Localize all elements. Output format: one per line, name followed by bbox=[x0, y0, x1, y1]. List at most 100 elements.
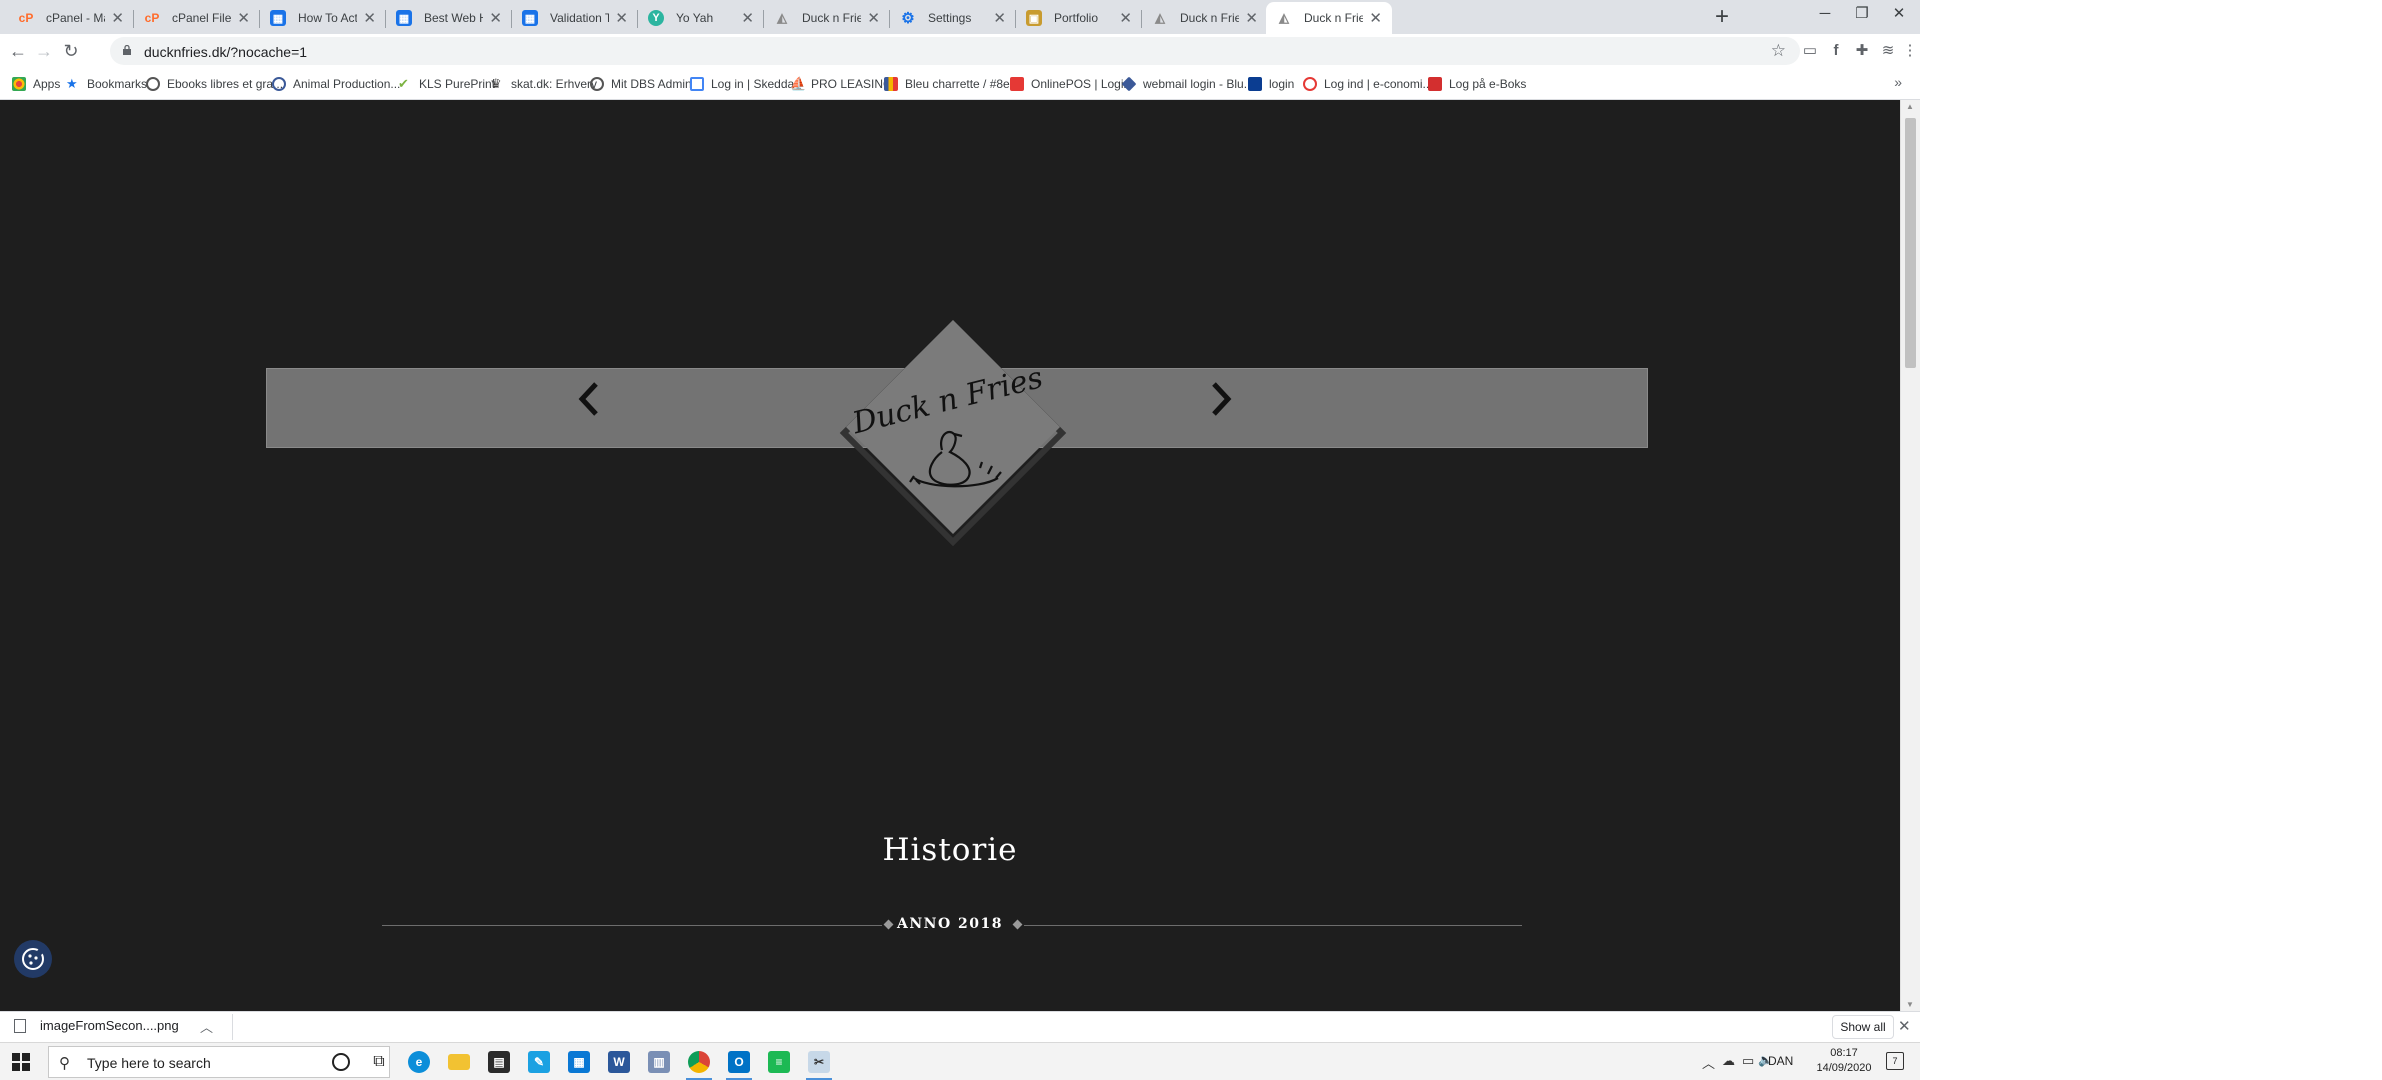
bookmark-animal-production[interactable]: Animal Production... bbox=[272, 75, 400, 93]
windows-start-icon[interactable] bbox=[12, 1053, 30, 1071]
close-tab-icon[interactable]: ✕ bbox=[237, 9, 250, 27]
store-icon[interactable]: ▤ bbox=[486, 1050, 512, 1074]
bookmark-login[interactable]: login bbox=[1248, 75, 1294, 93]
clock[interactable]: 08:17 14/09/2020 bbox=[1814, 1046, 1874, 1076]
close-tab-icon[interactable]: ✕ bbox=[1119, 9, 1132, 27]
show-all-button[interactable]: Show all bbox=[1832, 1015, 1894, 1039]
slider-prev-arrow[interactable] bbox=[570, 374, 610, 424]
section-title: Historie bbox=[882, 832, 1018, 868]
back-icon[interactable]: ← bbox=[5, 38, 31, 64]
divider-line-right bbox=[1024, 925, 1522, 926]
notification-center-icon[interactable]: 7 bbox=[1886, 1052, 1904, 1070]
bookmark-skedda[interactable]: Log in | Skedda bbox=[690, 75, 794, 93]
close-tab-icon[interactable]: ✕ bbox=[489, 9, 502, 27]
notification-count: 7 bbox=[1892, 1056, 1898, 1066]
close-download-bar-icon[interactable]: ✕ bbox=[1898, 1017, 1911, 1035]
reload-icon[interactable]: ↻ bbox=[58, 38, 84, 64]
printer-app-icon[interactable]: ▥ bbox=[646, 1050, 672, 1074]
bookmark-ebooks[interactable]: Ebooks libres et gra... bbox=[146, 75, 283, 93]
cpanel-icon: cP bbox=[144, 11, 160, 25]
bookmark-onlinepos[interactable]: OnlinePOS | Login bbox=[1010, 75, 1130, 93]
tab-duck-n-fries-1[interactable]: ◭ Duck n Fries ✕ bbox=[764, 2, 890, 34]
close-tab-icon[interactable]: ✕ bbox=[1369, 9, 1382, 27]
bookmark-e-conomic[interactable]: Log ind | e-conomi... bbox=[1303, 75, 1433, 93]
download-divider bbox=[232, 1014, 233, 1040]
download-item[interactable]: imageFromSecon....png bbox=[14, 1018, 179, 1033]
spotify-icon[interactable]: ≡ bbox=[766, 1050, 792, 1074]
extensions-puzzle-icon[interactable]: ✚ bbox=[1852, 41, 1872, 61]
file-explorer-icon[interactable] bbox=[446, 1050, 472, 1074]
snipping-tool-icon[interactable]: ✂ bbox=[806, 1050, 832, 1080]
network-icon[interactable]: ▭ bbox=[1742, 1053, 1754, 1069]
menu-kebab-icon[interactable]: ⋮ bbox=[1900, 41, 1920, 61]
chevron-up-icon[interactable]: ︿ bbox=[200, 1017, 213, 1036]
tab-duck-n-fries-2[interactable]: ◭ Duck n Fries ✕ bbox=[1142, 2, 1268, 34]
bookmark-webmail[interactable]: webmail login - Blu... bbox=[1121, 75, 1254, 93]
tab-yo-yah[interactable]: Y Yo Yah ✕ bbox=[638, 2, 764, 34]
bookmark-label: Log på e-Boks bbox=[1449, 77, 1527, 91]
bookmark-e-boks[interactable]: Log på e-Boks bbox=[1428, 75, 1526, 93]
word-icon[interactable]: W bbox=[606, 1050, 632, 1074]
close-tab-icon[interactable]: ✕ bbox=[1245, 9, 1258, 27]
duck-n-fries-logo[interactable]: Duck n Fries bbox=[838, 318, 1068, 548]
bookmark-skat[interactable]: ♛ skat.dk: Erhverv bbox=[490, 75, 597, 93]
cortana-icon[interactable] bbox=[328, 1050, 354, 1074]
close-tab-icon[interactable]: ✕ bbox=[111, 9, 124, 27]
more-bookmarks-icon[interactable]: » bbox=[1894, 74, 1902, 90]
tab-title: Best Web Hostin bbox=[424, 11, 483, 25]
crown-icon: ♛ bbox=[490, 76, 502, 91]
chrome-icon[interactable] bbox=[686, 1050, 712, 1080]
outlook-icon[interactable]: O bbox=[726, 1050, 752, 1080]
scroll-up-icon[interactable]: ▲ bbox=[1906, 102, 1914, 111]
onlinepos-icon bbox=[1010, 77, 1024, 91]
language-indicator[interactable]: DAN bbox=[1768, 1054, 1793, 1068]
sheets-icon: ▦ bbox=[270, 10, 286, 26]
close-tab-icon[interactable]: ✕ bbox=[363, 9, 376, 27]
tab-cpanel-main[interactable]: cP cPanel - Main ✕ bbox=[8, 2, 134, 34]
extension-reader-icon[interactable]: ▭ bbox=[1800, 41, 1820, 61]
bookmark-bookmarks[interactable]: ★ Bookmarks bbox=[66, 75, 147, 93]
scroll-thumb[interactable] bbox=[1905, 118, 1916, 368]
close-tab-icon[interactable]: ✕ bbox=[993, 9, 1006, 27]
bookmark-apps[interactable]: Apps bbox=[12, 75, 60, 93]
tab-portfolio[interactable]: ▣ Portfolio ✕ bbox=[1016, 2, 1142, 34]
tab-how-to-activate[interactable]: ▦ How To Activate ✕ bbox=[260, 2, 386, 34]
tab-strip: cP cPanel - Main ✕ cP cPanel File Mana ✕… bbox=[0, 0, 1920, 34]
scroll-down-icon[interactable]: ▼ bbox=[1906, 1000, 1914, 1009]
cpanel-icon: cP bbox=[18, 11, 34, 25]
bookmark-pro-leasing[interactable]: ⛵ PRO LEASING bbox=[790, 75, 892, 93]
cookie-settings-button[interactable] bbox=[14, 940, 52, 978]
forward-icon[interactable]: → bbox=[31, 38, 57, 64]
download-filename: imageFromSecon....png bbox=[40, 1018, 179, 1033]
cookie-icon bbox=[22, 948, 44, 970]
tab-settings[interactable]: ⚙ Settings ✕ bbox=[890, 2, 1016, 34]
edge-icon[interactable]: e bbox=[406, 1050, 432, 1074]
tab-validation-token[interactable]: ▦ Validation Token ✕ bbox=[512, 2, 638, 34]
app-icon-blue[interactable]: ▦ bbox=[566, 1050, 592, 1074]
close-tab-icon[interactable]: ✕ bbox=[615, 9, 628, 27]
tab-title: Settings bbox=[928, 11, 972, 25]
window-close-icon[interactable]: ✕ bbox=[1876, 0, 1922, 30]
bookmark-mit-dbs-admin[interactable]: Mit DBS Admin bbox=[590, 75, 692, 93]
bookmark-star-icon[interactable]: ☆ bbox=[1771, 41, 1786, 61]
close-tab-icon[interactable]: ✕ bbox=[741, 9, 754, 27]
sheets-app-icon[interactable]: ✎ bbox=[526, 1050, 552, 1074]
new-tab-button[interactable]: + bbox=[1708, 4, 1736, 32]
media-control-icon[interactable]: ≋ bbox=[1878, 41, 1898, 61]
task-view-icon[interactable]: ⧉ bbox=[366, 1050, 392, 1074]
tab-duck-n-fries-active[interactable]: ◭ Duck n Fries ✕ bbox=[1266, 2, 1392, 34]
slider-next-arrow[interactable] bbox=[1200, 374, 1240, 424]
onedrive-icon[interactable]: ☁ bbox=[1722, 1053, 1735, 1069]
close-tab-icon[interactable]: ✕ bbox=[867, 9, 880, 27]
address-bar[interactable]: ducknfries.dk/?nocache=1 ☆ bbox=[110, 37, 1800, 65]
page-scrollbar[interactable]: ▲ ▼ bbox=[1900, 100, 1920, 1011]
tab-cpanel-file-manager[interactable]: cP cPanel File Mana ✕ bbox=[134, 2, 260, 34]
facebook-extension-icon[interactable]: f bbox=[1826, 41, 1846, 61]
tab-best-web-hosting[interactable]: ▦ Best Web Hostin ✕ bbox=[386, 2, 512, 34]
bookmark-kls-pureprint[interactable]: ✔ KLS PurePrint bbox=[398, 75, 495, 93]
bookmark-label: webmail login - Blu... bbox=[1143, 77, 1254, 91]
bookmark-bleu-charrette[interactable]: Bleu charrette / #8e... bbox=[884, 75, 1020, 93]
tray-chevron-icon[interactable]: ︿ bbox=[1702, 1053, 1715, 1072]
tab-title: cPanel File Mana bbox=[172, 11, 232, 25]
sheets-icon: ▦ bbox=[522, 10, 538, 26]
